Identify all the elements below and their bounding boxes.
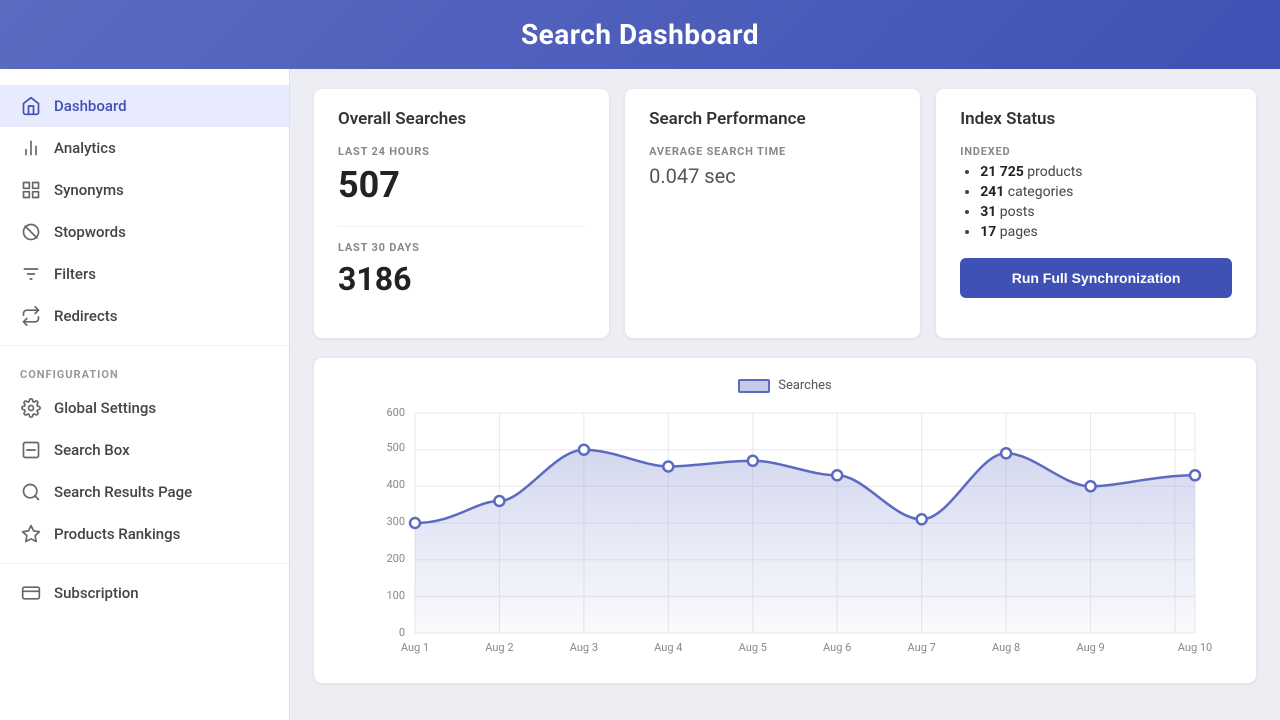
svg-text:Aug 3: Aug 3 [570, 641, 598, 654]
sidebar-item-analytics[interactable]: Analytics [0, 127, 289, 169]
svg-text:0: 0 [399, 626, 405, 639]
overall-divider [338, 226, 585, 227]
overall-stat1-label: LAST 24 HOURS [338, 145, 585, 158]
search-box-icon [20, 439, 42, 461]
svg-text:600: 600 [386, 406, 405, 419]
svg-text:Aug 5: Aug 5 [739, 641, 767, 654]
index-status-card: Index Status INDEXED 21 725 products 241… [936, 89, 1256, 338]
sidebar-divider-2 [0, 563, 289, 564]
sidebar-item-stopwords[interactable]: Stopwords [0, 211, 289, 253]
config-section-label: CONFIGURATION [0, 354, 289, 387]
sidebar-divider-1 [0, 345, 289, 346]
sidebar-item-label-synonyms: Synonyms [54, 181, 124, 199]
main-layout: Dashboard Analytics Synonyms [0, 69, 1280, 720]
overall-searches-title: Overall Searches [338, 109, 585, 129]
chart-legend: Searches [338, 378, 1232, 393]
svg-text:Aug 8: Aug 8 [992, 641, 1020, 654]
svg-text:200: 200 [386, 552, 405, 565]
index-status-title: Index Status [960, 109, 1232, 129]
main-content: Overall Searches LAST 24 HOURS 507 LAST … [290, 69, 1280, 720]
sidebar-item-filters[interactable]: Filters [0, 253, 289, 295]
analytics-icon [20, 137, 42, 159]
svg-text:500: 500 [386, 441, 405, 454]
sidebar: Dashboard Analytics Synonyms [0, 69, 290, 720]
searches-chart: 0 100 200 300 400 500 600 [338, 403, 1232, 663]
sidebar-item-label-global-settings: Global Settings [54, 399, 156, 417]
sidebar-item-search-results-page[interactable]: Search Results Page [0, 471, 289, 513]
chart-card: Searches [314, 358, 1256, 683]
index-item-pages: 17 pages [980, 224, 1232, 240]
sidebar-item-global-settings[interactable]: Global Settings [0, 387, 289, 429]
sidebar-item-synonyms[interactable]: Synonyms [0, 169, 289, 211]
legend-label-searches: Searches [778, 378, 832, 393]
sidebar-item-label-subscription: Subscription [54, 584, 139, 602]
svg-text:Aug 7: Aug 7 [908, 641, 936, 654]
performance-stat1-label: AVERAGE SEARCH TIME [649, 145, 896, 158]
page-header: Search Dashboard [0, 0, 1280, 69]
sidebar-item-search-box[interactable]: Search Box [0, 429, 289, 471]
sidebar-item-label-products-rankings: Products Rankings [54, 525, 180, 543]
search-results-icon [20, 481, 42, 503]
stopwords-icon [20, 221, 42, 243]
sidebar-item-label-filters: Filters [54, 265, 96, 283]
sidebar-item-label-redirects: Redirects [54, 307, 118, 325]
svg-text:Aug 4: Aug 4 [654, 641, 682, 654]
redirects-icon [20, 305, 42, 327]
cards-row: Overall Searches LAST 24 HOURS 507 LAST … [314, 89, 1256, 338]
svg-text:Aug 6: Aug 6 [823, 641, 851, 654]
home-icon [20, 95, 42, 117]
svg-text:100: 100 [386, 589, 405, 602]
svg-text:Aug 1: Aug 1 [401, 641, 429, 654]
indexed-label: INDEXED [960, 145, 1232, 158]
synonyms-icon [20, 179, 42, 201]
sidebar-item-label-search-box: Search Box [54, 441, 130, 459]
page-title: Search Dashboard [0, 18, 1280, 51]
products-rankings-icon [20, 523, 42, 545]
overall-stat2-label: LAST 30 DAYS [338, 241, 585, 254]
svg-text:Aug 10: Aug 10 [1178, 641, 1212, 654]
sidebar-item-dashboard[interactable]: Dashboard [0, 85, 289, 127]
sidebar-item-subscription[interactable]: Subscription [0, 572, 289, 614]
svg-text:400: 400 [386, 478, 405, 491]
svg-text:300: 300 [386, 515, 405, 528]
index-item-products: 21 725 products [980, 164, 1232, 180]
index-list: 21 725 products 241 categories 31 posts … [960, 164, 1232, 240]
sidebar-item-label-search-results-page: Search Results Page [54, 483, 192, 501]
subscription-icon [20, 582, 42, 604]
settings-icon [20, 397, 42, 419]
filters-icon [20, 263, 42, 285]
sidebar-item-label-dashboard: Dashboard [54, 97, 127, 115]
performance-stat1-value: 0.047 sec [649, 164, 896, 188]
svg-text:Aug 2: Aug 2 [485, 641, 513, 654]
index-item-categories: 241 categories [980, 184, 1232, 200]
sidebar-item-label-stopwords: Stopwords [54, 223, 126, 241]
search-performance-card: Search Performance AVERAGE SEARCH TIME 0… [625, 89, 920, 338]
index-item-posts: 31 posts [980, 204, 1232, 220]
svg-text:Aug 9: Aug 9 [1076, 641, 1104, 654]
legend-color-searches [738, 379, 770, 393]
sidebar-item-products-rankings[interactable]: Products Rankings [0, 513, 289, 555]
search-performance-title: Search Performance [649, 109, 896, 129]
sidebar-item-redirects[interactable]: Redirects [0, 295, 289, 337]
sync-button[interactable]: Run Full Synchronization [960, 258, 1232, 298]
overall-stat1-value: 507 [338, 164, 585, 206]
overall-searches-card: Overall Searches LAST 24 HOURS 507 LAST … [314, 89, 609, 338]
overall-stat2-value: 3186 [338, 260, 585, 298]
sidebar-item-label-analytics: Analytics [54, 139, 116, 157]
